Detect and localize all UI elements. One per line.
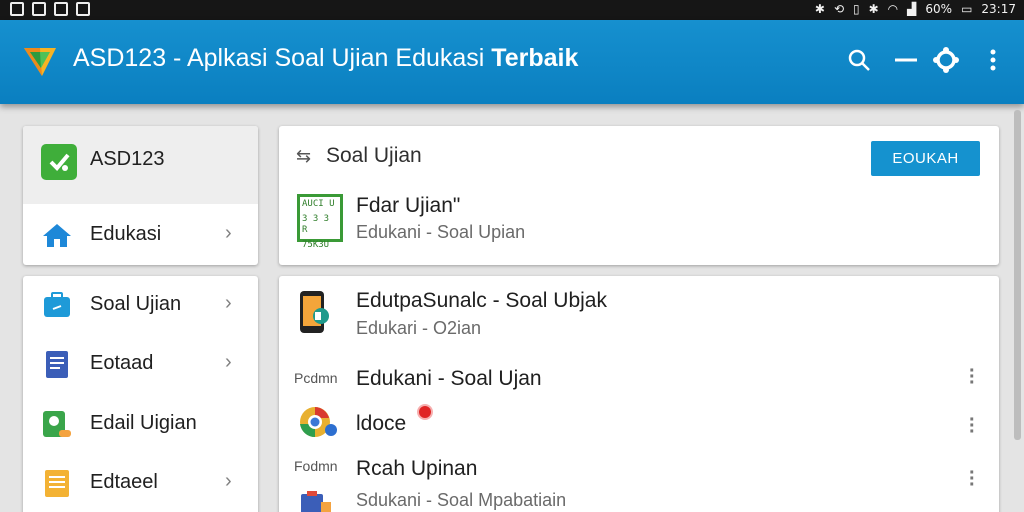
list-item-title: Rcah Upinan	[356, 457, 478, 480]
qr-code-icon: AUCI U 3 3 3 R 75K3U	[297, 194, 343, 250]
exam-item-title[interactable]: Fdar Ujian"	[356, 194, 460, 218]
list-item[interactable]: ldoce · · ·	[279, 400, 999, 444]
chrome-app-icon	[300, 407, 337, 438]
app-logo-icon	[24, 48, 56, 76]
nav-item-label: Soal Ujian	[90, 293, 182, 315]
status-system-icons: ✱ ⟲ ▯ ✱ ◠ ▟ 60% ▭ 23:17	[815, 2, 1016, 16]
app-title-text: ASD123 - Aplkasi Soal Ujian Edukasi	[73, 44, 485, 72]
section-title: Soal Ujian	[326, 144, 422, 167]
list-item-subtitle: Sdukani - Soal Mpabatiain	[356, 490, 567, 510]
home-icon	[43, 224, 71, 247]
chevron-right-icon: ›	[225, 222, 232, 244]
list-item-title: Edukani - Soal Ujan	[356, 367, 542, 390]
list-item-subtitle: Edukari - O2ian	[356, 318, 482, 338]
nav-item-soal-ujian[interactable]: Soal Ujian ›	[23, 276, 258, 334]
bluetooth-icon: ✱	[814, 2, 825, 16]
notification-dot-icon	[419, 406, 431, 418]
clock: 23:17	[981, 2, 1016, 16]
app-title-bold: Terbaik	[491, 44, 579, 72]
battery-icon: ▭	[961, 2, 973, 16]
nav-item-eotaad[interactable]: Eotaad ›	[23, 335, 258, 393]
nav-item-label: Edail Uigian	[90, 412, 197, 434]
nav-item-edukasi[interactable]: Edukasi ›	[23, 206, 258, 264]
settings-icon[interactable]	[930, 44, 962, 76]
status-bar: ✱ ⟲ ▯ ✱ ◠ ▟ 60% ▭ 23:17	[0, 0, 1024, 20]
more-vertical-icon[interactable]: · · ·	[969, 361, 976, 393]
qr-text-line: 3 3 3 R	[302, 214, 330, 235]
nav-header-card: ASD123 Edukasi ›	[23, 126, 258, 265]
list-item-title: EdutpaSunalc - Soal Ubjak	[356, 289, 607, 312]
nav-item-label: Edtaeel	[90, 471, 158, 493]
more-vertical-icon[interactable]: · · ·	[969, 410, 976, 442]
document-icon	[46, 351, 68, 378]
search-book-icon	[43, 411, 71, 437]
nav-item-label: Eotaad	[90, 352, 154, 374]
notification-icon	[32, 2, 46, 16]
chevron-right-icon: ›	[225, 351, 232, 373]
signal-icon: ▟	[907, 2, 917, 16]
list-item-tag: Fodmn	[294, 458, 338, 474]
app-bar: ASD123 - Aplkasi Soal Ujian Edukasi Terb…	[0, 20, 1024, 104]
notepad-icon	[45, 470, 69, 497]
vibrate-icon: ▯	[853, 2, 860, 16]
list-item[interactable]: Pcdmn Edukani - Soal Ujan · · ·	[279, 361, 999, 400]
app-title: ASD123 - Aplkasi Soal Ujian Edukasi Terb…	[73, 44, 578, 73]
clipboard-icon	[301, 491, 331, 512]
question-list-card: EdutpaSunalc - Soal Ubjak Edukari - O2ia…	[279, 276, 999, 512]
back-arrow-icon[interactable]: ⇆	[296, 146, 311, 167]
nav-item-edtaeel[interactable]: Edtaeel ›	[23, 454, 258, 512]
qr-text-line: AUCI U	[302, 199, 335, 209]
sync-icon: ⟲	[833, 2, 844, 16]
exam-header-card: ⇆ Soal Ujian EOUKAH AUCI U 3 3 3 R 75K3U…	[279, 126, 999, 265]
notification-icon	[76, 2, 90, 16]
bluetooth-icon: ✱	[868, 2, 879, 16]
nav-menu-card: Soal Ujian › Eotaad › Edail Uigian Edtae…	[23, 276, 258, 512]
list-item[interactable]: Fodmn Rcah Upinan · · · Sdukani - Soal Mpa…	[279, 452, 999, 512]
phone-icon	[300, 291, 329, 333]
list-item-title: ldoce	[356, 412, 407, 435]
more-vertical-icon[interactable]	[977, 44, 1009, 76]
chevron-right-icon: ›	[225, 470, 232, 492]
briefcase-icon	[44, 292, 70, 317]
list-item-tag: Pcdmn	[294, 370, 338, 386]
nav-header-title: ASD123	[90, 148, 165, 170]
nav-header: ASD123	[23, 126, 258, 204]
battery-level: 60%	[925, 2, 953, 16]
list-item[interactable]: EdutpaSunalc - Soal Ubjak Edukari - O2ia…	[279, 276, 999, 354]
exam-item-subtitle: Edukani - Soal Upian	[356, 222, 526, 242]
notification-icon	[54, 2, 68, 16]
wifi-icon: ◠	[887, 2, 899, 16]
app-badge-icon	[41, 144, 77, 180]
nav-item-label: Edukasi	[90, 223, 162, 245]
nav-item-edail-uigian[interactable]: Edail Uigian	[23, 395, 258, 453]
edukasi-button[interactable]: EOUKAH	[871, 141, 980, 176]
status-notification-icons	[10, 2, 90, 16]
more-vertical-icon[interactable]: · · ·	[969, 463, 976, 495]
minimize-icon[interactable]	[890, 44, 922, 76]
notification-icon	[10, 2, 24, 16]
chevron-right-icon: ›	[225, 292, 232, 314]
qr-text-line: 75K3U	[302, 240, 330, 250]
search-icon[interactable]	[843, 44, 875, 76]
scrollbar[interactable]	[1014, 110, 1021, 440]
